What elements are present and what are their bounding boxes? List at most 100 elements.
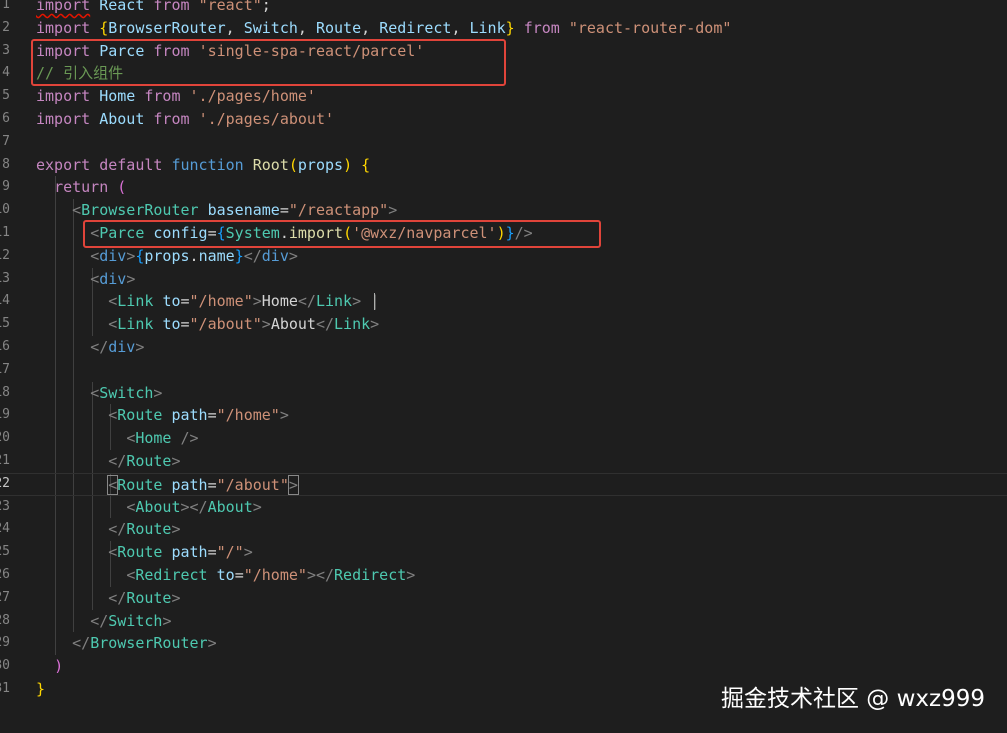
code-line[interactable]: ) bbox=[36, 655, 63, 678]
code-token: path bbox=[171, 475, 208, 494]
code-line[interactable]: <BrowserRouter basename="/reactapp"> bbox=[36, 199, 397, 222]
highlight-box-parce-usage bbox=[83, 220, 601, 248]
code-line[interactable]: <div>{props.name}</div> bbox=[36, 245, 298, 268]
code-token: </ bbox=[108, 520, 127, 539]
code-token: < bbox=[126, 429, 136, 448]
code-token: BrowserRouter bbox=[108, 18, 226, 37]
line-number: 31 bbox=[0, 681, 10, 696]
code-token: /> bbox=[180, 429, 199, 448]
code-token: = bbox=[234, 566, 244, 584]
code-line[interactable]: </BrowserRouter> bbox=[36, 632, 217, 655]
code-token: div bbox=[99, 269, 127, 288]
code-area[interactable]: import React from "react"; import {Browse… bbox=[0, 0, 1007, 733]
code-line[interactable]: </Route> bbox=[36, 450, 181, 473]
code-line[interactable]: export default function Root(props) { bbox=[36, 154, 370, 177]
code-token: = bbox=[180, 292, 190, 311]
line-number: 29 bbox=[0, 635, 10, 651]
line-number: 3 bbox=[2, 42, 10, 58]
line-number: 7 bbox=[2, 133, 10, 149]
code-line[interactable]: import {BrowserRouter, Switch, Route, Re… bbox=[36, 17, 731, 40]
code-token: > bbox=[126, 269, 136, 288]
code-line[interactable]: <About></About> bbox=[36, 496, 262, 519]
line-number: 6 bbox=[2, 111, 10, 126]
code-token: Route bbox=[315, 18, 362, 37]
code-token: Home bbox=[261, 292, 298, 311]
code-token: Link bbox=[117, 315, 154, 334]
code-token: BrowserRouter bbox=[81, 201, 199, 220]
code-token: > bbox=[171, 588, 181, 607]
code-line[interactable]: import About from './pages/about' bbox=[36, 108, 334, 131]
code-token: = bbox=[207, 406, 217, 425]
code-token: < bbox=[108, 406, 118, 425]
code-token: > bbox=[171, 452, 181, 470]
code-token: > bbox=[252, 497, 262, 516]
code-token: ></ bbox=[180, 497, 208, 516]
code-token: > bbox=[171, 520, 181, 539]
code-line[interactable]: <Route path="/"> bbox=[36, 541, 253, 564]
code-token: Link bbox=[315, 292, 353, 311]
code-line[interactable]: import Home from './pages/home' bbox=[36, 85, 316, 108]
code-token: > bbox=[126, 246, 136, 265]
code-token: ) bbox=[343, 155, 353, 174]
code-token: = bbox=[180, 315, 190, 334]
line-number: 8 bbox=[2, 156, 10, 172]
code-token: Link bbox=[334, 315, 371, 334]
code-line[interactable]: return ( bbox=[36, 176, 126, 199]
code-token: , bbox=[297, 18, 316, 37]
code-token: from bbox=[523, 18, 560, 37]
code-token: { bbox=[361, 155, 371, 174]
code-token: ( bbox=[117, 178, 127, 197]
code-token: Route bbox=[126, 520, 172, 539]
code-token: Route bbox=[117, 406, 163, 425]
code-token: React bbox=[99, 0, 145, 14]
code-line[interactable]: </Route> bbox=[36, 518, 181, 541]
code-token: </ bbox=[108, 588, 127, 607]
code-token: div bbox=[108, 338, 136, 356]
line-number: 30 bbox=[0, 658, 10, 674]
code-line[interactable]: <Home /> bbox=[36, 427, 199, 450]
code-line[interactable]: <Link to="/home">Home</Link> | bbox=[36, 290, 379, 313]
code-token: < bbox=[108, 543, 118, 562]
code-token: . bbox=[189, 246, 199, 265]
code-line[interactable]: </Route> bbox=[36, 587, 181, 610]
code-token: > bbox=[406, 566, 416, 584]
code-line[interactable]: </div> bbox=[36, 336, 144, 359]
code-token: basename bbox=[207, 201, 280, 220]
code-line[interactable]: import React from "react"; bbox=[36, 0, 271, 17]
line-number: 16 bbox=[0, 339, 10, 354]
line-number: 19 bbox=[0, 407, 10, 423]
code-line[interactable]: <Redirect to="/home"></Redirect> bbox=[36, 564, 415, 587]
line-number: 25 bbox=[0, 544, 10, 560]
code-token: div bbox=[261, 246, 289, 265]
code-token: > bbox=[352, 292, 362, 311]
watermark: 掘金技术社区 @ wxz999 bbox=[720, 686, 985, 712]
code-token: Redirect bbox=[135, 566, 208, 584]
code-token: import bbox=[36, 87, 91, 106]
code-line[interactable]: <Switch> bbox=[36, 382, 162, 405]
code-token: > bbox=[162, 611, 172, 630]
code-token: div bbox=[99, 246, 127, 265]
code-line[interactable]: <Link to="/about">About</Link> bbox=[36, 313, 379, 336]
code-line[interactable]: <div> bbox=[36, 268, 135, 291]
code-line[interactable]: } bbox=[36, 678, 45, 701]
code-line[interactable]: <Route path="/about"> bbox=[0, 472, 1007, 496]
code-line[interactable]: <Route path="/home"> bbox=[36, 404, 289, 427]
code-editor[interactable]: 1234567891011121314151617181920212223242… bbox=[0, 0, 1007, 733]
line-number: 12 bbox=[0, 247, 10, 263]
code-line[interactable]: </Switch> bbox=[36, 610, 171, 633]
code-token: Link bbox=[117, 292, 154, 311]
